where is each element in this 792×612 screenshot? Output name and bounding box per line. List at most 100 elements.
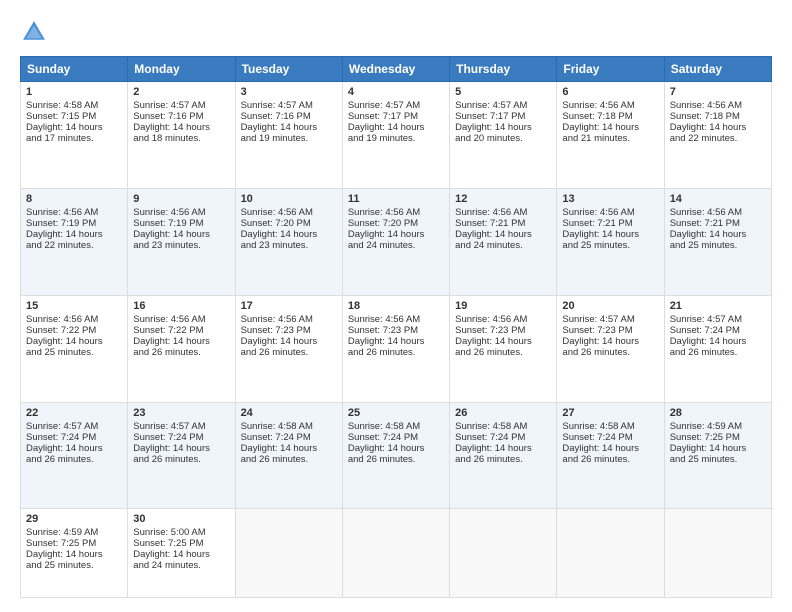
- day-number: 28: [670, 407, 766, 419]
- calendar-cell: 3Sunrise: 4:57 AMSunset: 7:16 PMDaylight…: [235, 82, 342, 189]
- day-info-line: Sunset: 7:21 PM: [562, 218, 658, 229]
- day-number: 1: [26, 86, 122, 98]
- day-number: 29: [26, 513, 122, 525]
- day-info-line: Daylight: 14 hours: [133, 336, 229, 347]
- day-info-line: Sunset: 7:24 PM: [241, 432, 337, 443]
- day-info-line: Sunset: 7:24 PM: [348, 432, 444, 443]
- day-info-line: Daylight: 14 hours: [348, 336, 444, 347]
- day-header-sunday: Sunday: [21, 57, 128, 82]
- day-info-line: Sunset: 7:25 PM: [670, 432, 766, 443]
- calendar-cell: 17Sunrise: 4:56 AMSunset: 7:23 PMDayligh…: [235, 295, 342, 402]
- day-info-line: and 26 minutes.: [670, 347, 766, 358]
- day-number: 4: [348, 86, 444, 98]
- calendar-cell: 30Sunrise: 5:00 AMSunset: 7:25 PMDayligh…: [128, 509, 235, 598]
- day-info-line: Sunrise: 4:57 AM: [133, 421, 229, 432]
- calendar-cell: 9Sunrise: 4:56 AMSunset: 7:19 PMDaylight…: [128, 188, 235, 295]
- day-info-line: Daylight: 14 hours: [670, 229, 766, 240]
- calendar-cell: 11Sunrise: 4:56 AMSunset: 7:20 PMDayligh…: [342, 188, 449, 295]
- day-number: 21: [670, 300, 766, 312]
- day-info-line: and 26 minutes.: [348, 454, 444, 465]
- day-number: 12: [455, 193, 551, 205]
- day-info-line: Daylight: 14 hours: [241, 443, 337, 454]
- day-info-line: Sunset: 7:22 PM: [26, 325, 122, 336]
- day-header-saturday: Saturday: [664, 57, 771, 82]
- day-info-line: Sunset: 7:21 PM: [670, 218, 766, 229]
- day-info-line: Sunrise: 4:56 AM: [26, 207, 122, 218]
- day-info-line: Sunrise: 4:56 AM: [348, 207, 444, 218]
- day-info-line: and 19 minutes.: [241, 133, 337, 144]
- day-info-line: Sunset: 7:18 PM: [670, 111, 766, 122]
- day-number: 22: [26, 407, 122, 419]
- day-info-line: Sunrise: 4:59 AM: [26, 527, 122, 538]
- day-info-line: Sunrise: 4:56 AM: [670, 207, 766, 218]
- day-number: 15: [26, 300, 122, 312]
- calendar-cell: 22Sunrise: 4:57 AMSunset: 7:24 PMDayligh…: [21, 402, 128, 509]
- day-info-line: and 26 minutes.: [241, 454, 337, 465]
- day-info-line: and 22 minutes.: [26, 240, 122, 251]
- day-info-line: and 24 minutes.: [455, 240, 551, 251]
- day-info-line: Sunset: 7:24 PM: [133, 432, 229, 443]
- day-info-line: Sunrise: 4:57 AM: [455, 100, 551, 111]
- day-info-line: Sunset: 7:19 PM: [133, 218, 229, 229]
- day-header-friday: Friday: [557, 57, 664, 82]
- logo-icon: [20, 18, 48, 46]
- day-info-line: Daylight: 14 hours: [455, 229, 551, 240]
- day-info-line: Sunrise: 4:56 AM: [241, 207, 337, 218]
- day-info-line: and 25 minutes.: [670, 240, 766, 251]
- calendar-cell: 26Sunrise: 4:58 AMSunset: 7:24 PMDayligh…: [450, 402, 557, 509]
- day-number: 26: [455, 407, 551, 419]
- day-info-line: and 26 minutes.: [26, 454, 122, 465]
- day-info-line: and 26 minutes.: [133, 454, 229, 465]
- calendar-cell: 14Sunrise: 4:56 AMSunset: 7:21 PMDayligh…: [664, 188, 771, 295]
- day-info-line: Daylight: 14 hours: [562, 443, 658, 454]
- day-number: 25: [348, 407, 444, 419]
- day-header-thursday: Thursday: [450, 57, 557, 82]
- day-info-line: Daylight: 14 hours: [133, 122, 229, 133]
- calendar-cell: [557, 509, 664, 598]
- calendar-cell: 12Sunrise: 4:56 AMSunset: 7:21 PMDayligh…: [450, 188, 557, 295]
- calendar-cell: 4Sunrise: 4:57 AMSunset: 7:17 PMDaylight…: [342, 82, 449, 189]
- day-info-line: Daylight: 14 hours: [670, 443, 766, 454]
- day-info-line: and 26 minutes.: [348, 347, 444, 358]
- day-number: 24: [241, 407, 337, 419]
- day-info-line: Sunset: 7:19 PM: [26, 218, 122, 229]
- calendar-cell: 23Sunrise: 4:57 AMSunset: 7:24 PMDayligh…: [128, 402, 235, 509]
- day-info-line: Daylight: 14 hours: [670, 122, 766, 133]
- calendar-cell: [235, 509, 342, 598]
- day-number: 7: [670, 86, 766, 98]
- day-info-line: and 26 minutes.: [562, 454, 658, 465]
- day-info-line: Sunrise: 4:56 AM: [455, 314, 551, 325]
- day-info-line: Daylight: 14 hours: [455, 336, 551, 347]
- day-number: 19: [455, 300, 551, 312]
- day-info-line: Sunrise: 4:57 AM: [562, 314, 658, 325]
- day-number: 9: [133, 193, 229, 205]
- day-number: 20: [562, 300, 658, 312]
- day-header-monday: Monday: [128, 57, 235, 82]
- day-info-line: Sunrise: 4:57 AM: [241, 100, 337, 111]
- day-info-line: Daylight: 14 hours: [26, 549, 122, 560]
- day-info-line: Daylight: 14 hours: [348, 443, 444, 454]
- day-number: 11: [348, 193, 444, 205]
- day-info-line: Sunset: 7:16 PM: [241, 111, 337, 122]
- day-info-line: and 25 minutes.: [670, 454, 766, 465]
- calendar-cell: 2Sunrise: 4:57 AMSunset: 7:16 PMDaylight…: [128, 82, 235, 189]
- day-info-line: Daylight: 14 hours: [455, 443, 551, 454]
- day-info-line: Sunset: 7:17 PM: [348, 111, 444, 122]
- day-info-line: Sunrise: 4:56 AM: [670, 100, 766, 111]
- day-info-line: Sunset: 7:25 PM: [26, 538, 122, 549]
- day-info-line: and 26 minutes.: [241, 347, 337, 358]
- calendar-cell: 15Sunrise: 4:56 AMSunset: 7:22 PMDayligh…: [21, 295, 128, 402]
- day-info-line: and 25 minutes.: [26, 560, 122, 571]
- calendar-cell: 29 Sunrise: 4:59 AMSunset: 7:25 PMDayligh…: [21, 509, 128, 598]
- logo: [20, 18, 52, 46]
- day-info-line: Daylight: 14 hours: [562, 122, 658, 133]
- calendar-cell: 1Sunrise: 4:58 AMSunset: 7:15 PMDaylight…: [21, 82, 128, 189]
- day-info-line: Sunrise: 4:56 AM: [26, 314, 122, 325]
- calendar-cell: [450, 509, 557, 598]
- day-info-line: Sunset: 7:24 PM: [26, 432, 122, 443]
- day-info-line: and 26 minutes.: [133, 347, 229, 358]
- calendar-cell: 13Sunrise: 4:56 AMSunset: 7:21 PMDayligh…: [557, 188, 664, 295]
- day-info-line: Sunrise: 4:58 AM: [348, 421, 444, 432]
- day-info-line: and 24 minutes.: [133, 560, 229, 571]
- day-info-line: and 25 minutes.: [562, 240, 658, 251]
